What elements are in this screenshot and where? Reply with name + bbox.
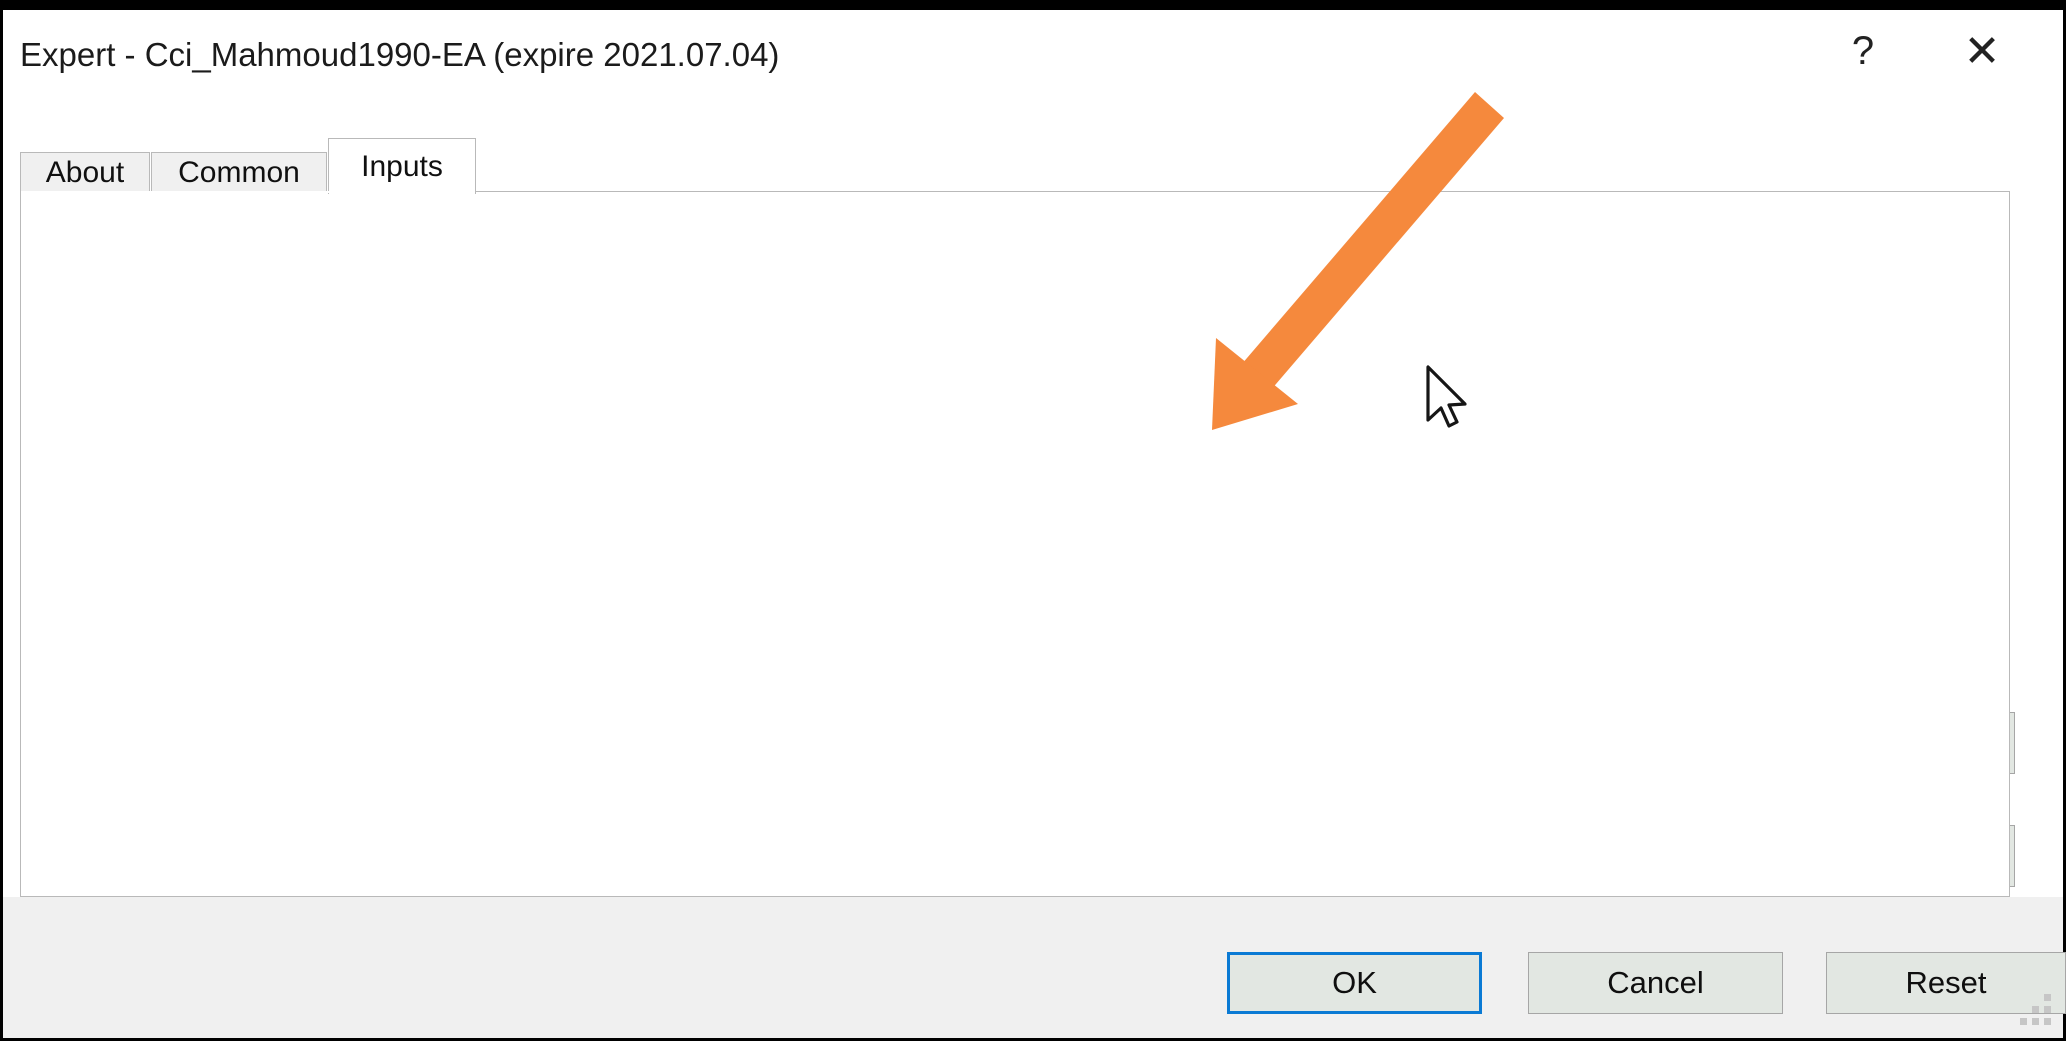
tab-about-label: About xyxy=(46,156,124,190)
help-icon[interactable]: ? xyxy=(1818,10,1908,92)
inputs-tab-panel xyxy=(20,191,2010,897)
tab-panel-seam xyxy=(21,191,461,193)
close-icon[interactable]: ✕ xyxy=(1937,10,2027,92)
expert-properties-dialog: Expert - Cci_Mahmoud1990-EA (expire 2021… xyxy=(0,10,2066,1041)
cancel-button-label: Cancel xyxy=(1607,965,1704,1001)
ok-button-label: OK xyxy=(1332,965,1377,1001)
title-bar: Expert - Cci_Mahmoud1990-EA (expire 2021… xyxy=(3,10,2063,92)
cancel-button[interactable]: Cancel xyxy=(1528,952,1783,1014)
resize-grip-icon[interactable] xyxy=(2017,994,2051,1028)
tab-common-label: Common xyxy=(178,156,300,190)
tab-inputs-label: Inputs xyxy=(361,150,443,184)
tab-strip: About Common Inputs xyxy=(20,138,2020,192)
ok-button[interactable]: OK xyxy=(1227,952,1482,1014)
tab-inputs[interactable]: Inputs xyxy=(328,138,476,194)
reset-button-label: Reset xyxy=(1906,965,1987,1001)
window-title: Expert - Cci_Mahmoud1990-EA (expire 2021… xyxy=(20,36,779,74)
tab-about[interactable]: About xyxy=(20,152,150,192)
tab-common[interactable]: Common xyxy=(151,152,327,192)
